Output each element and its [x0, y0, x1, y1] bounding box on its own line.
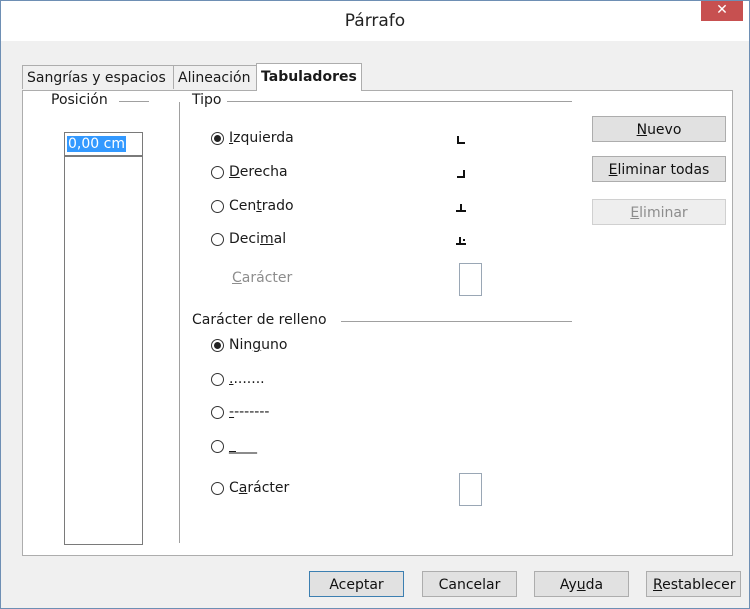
position-value: 0,00 cm: [67, 136, 126, 152]
position-list[interactable]: [64, 156, 143, 545]
position-title: Posición: [51, 92, 114, 108]
fill-dots-label: ........: [229, 371, 265, 387]
type-character-label: Carácter: [232, 270, 293, 286]
fill-dashes-indicator: [211, 405, 224, 419]
radio-right[interactable]: Derecha: [211, 164, 288, 180]
position-field[interactable]: 0,00 cm: [64, 132, 143, 156]
ok-button[interactable]: Aceptar: [309, 571, 404, 597]
radio-left-label: Izquierda: [229, 130, 294, 146]
paragraph-dialog: Párrafo ✕ Sangrías y espacios Alineación…: [0, 0, 750, 609]
radio-center[interactable]: Centrado: [211, 198, 294, 214]
close-icon: ✕: [716, 2, 728, 18]
cancel-button[interactable]: Cancelar: [422, 571, 517, 597]
delete-all-button[interactable]: Eliminar todas: [592, 156, 726, 182]
help-button[interactable]: Ayuda: [534, 571, 629, 597]
fill-character-field[interactable]: [459, 473, 482, 506]
type-divider: [219, 101, 572, 102]
fill-underline-label: ____: [229, 438, 257, 454]
tab-tabs[interactable]: Tabuladores: [256, 63, 362, 91]
position-divider: [119, 101, 149, 102]
group-separator: [179, 102, 180, 543]
type-character-field[interactable]: [459, 263, 482, 296]
radio-right-label: Derecha: [229, 164, 288, 180]
fill-dashes[interactable]: --------: [211, 404, 269, 420]
tabs-panel: Posición 0,00 cm Tipo Izquierda Derecha …: [22, 90, 733, 556]
new-button[interactable]: Nuevo: [592, 116, 726, 142]
radio-center-indicator: [211, 199, 224, 213]
radio-left-indicator: [211, 131, 224, 145]
delete-button[interactable]: Eliminar: [592, 199, 726, 225]
fill-character-label: Carácter: [229, 480, 290, 496]
fill-none-label: Ninguno: [229, 337, 288, 353]
type-title: Tipo: [192, 92, 228, 108]
fill-none-indicator: [211, 338, 224, 352]
radio-left[interactable]: Izquierda: [211, 130, 294, 146]
radio-decimal-label: Decimal: [229, 231, 287, 247]
tab-decimal-icon: [455, 237, 467, 249]
radio-decimal-indicator: [211, 232, 224, 246]
tab-center-icon: [455, 204, 467, 216]
radio-decimal[interactable]: Decimal: [211, 231, 286, 247]
title-bar: Párrafo ✕: [1, 1, 749, 41]
tab-left-icon: [455, 136, 467, 148]
dialog-title: Párrafo: [344, 11, 406, 31]
tab-indents-spacing[interactable]: Sangrías y espacios: [22, 65, 174, 89]
fill-underline[interactable]: ____: [211, 438, 257, 454]
reset-button[interactable]: Restablecer: [646, 571, 741, 597]
tab-right-icon: [455, 170, 467, 182]
fill-character-indicator: [211, 481, 224, 495]
fill-dots[interactable]: ........: [211, 371, 265, 387]
tab-alignment[interactable]: Alineación: [173, 65, 257, 89]
fill-title: Carácter de relleno: [192, 312, 333, 328]
close-button[interactable]: ✕: [701, 1, 743, 21]
radio-center-label: Centrado: [229, 198, 294, 214]
fill-underline-indicator: [211, 439, 224, 453]
fill-character[interactable]: Carácter: [211, 480, 289, 496]
fill-divider: [341, 321, 572, 322]
radio-right-indicator: [211, 165, 224, 179]
fill-dots-indicator: [211, 372, 224, 386]
fill-dashes-label: --------: [229, 404, 270, 420]
fill-none[interactable]: Ninguno: [211, 337, 287, 353]
